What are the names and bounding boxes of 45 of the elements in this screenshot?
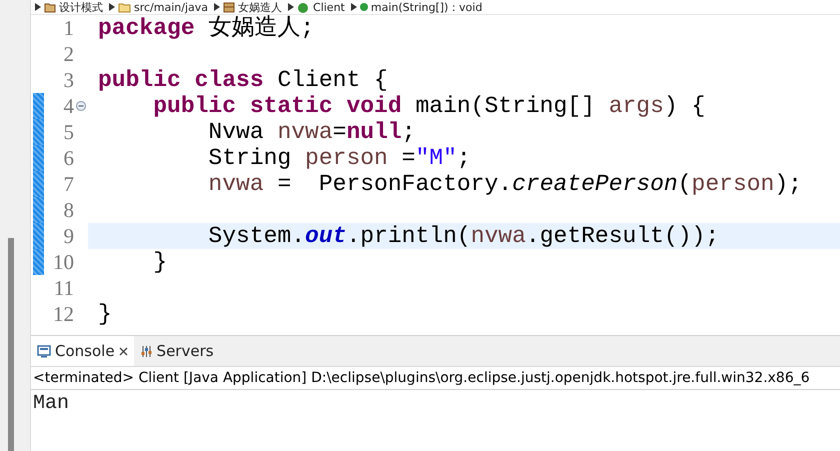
chevron-icon bbox=[350, 3, 357, 11]
line-number: 4 bbox=[62, 93, 74, 119]
breadcrumb-item[interactable]: 设计模式 bbox=[59, 0, 103, 14]
close-icon[interactable] bbox=[118, 346, 128, 356]
code-line: Nvwa nvwa=null; bbox=[207, 119, 416, 145]
chevron-icon bbox=[214, 3, 220, 11]
scrollbar-thumb[interactable] bbox=[8, 238, 14, 451]
code-line: public class Client { bbox=[98, 67, 388, 93]
console-output: Man bbox=[33, 392, 70, 415]
line-number: 7 bbox=[62, 171, 74, 197]
code-line: } bbox=[152, 249, 168, 275]
line-number: 1 bbox=[62, 15, 74, 41]
breadcrumb-item[interactable]: main(String[]) : void bbox=[370, 0, 482, 14]
launch-status: <terminated> Client [Java Application] D:\eclipse\plugins\org.eclipse.justj.openjdk.hotspot.jre.full.win32.x86_6 bbox=[33, 370, 810, 386]
line-number: 9 bbox=[62, 223, 74, 249]
line-number: 11 bbox=[52, 275, 74, 301]
code-line: System.out.println(nvwa.getResult()); bbox=[207, 223, 720, 249]
breadcrumb-item[interactable]: 女娲造人 bbox=[238, 0, 282, 14]
line-number: 12 bbox=[52, 301, 74, 325]
package-icon bbox=[223, 2, 236, 12]
breadcrumb-item[interactable]: src/main/java bbox=[134, 0, 208, 14]
line-number: 10 bbox=[52, 249, 74, 275]
collapse-icon[interactable] bbox=[76, 101, 86, 111]
class-icon bbox=[297, 2, 310, 12]
code-line: nvwa = PersonFactory.createPerson(person); bbox=[207, 171, 802, 197]
chevron-icon bbox=[35, 3, 41, 11]
line-number: 5 bbox=[62, 119, 74, 145]
line-number: 6 bbox=[62, 145, 74, 171]
view-tab[interactable]: Console bbox=[31, 336, 134, 366]
project-icon bbox=[44, 2, 56, 12]
line-number: 8 bbox=[62, 197, 74, 223]
code-line: package 女娲造人; bbox=[98, 15, 314, 41]
sliders-icon bbox=[140, 344, 153, 358]
code-line: } bbox=[98, 301, 112, 325]
folder-icon bbox=[118, 2, 131, 12]
code-line: String person ="M"; bbox=[207, 145, 471, 171]
chevron-icon bbox=[109, 3, 115, 11]
breadcrumb-item[interactable]: Client bbox=[313, 0, 345, 14]
monitor-icon bbox=[37, 344, 51, 358]
line-number: 2 bbox=[62, 41, 74, 67]
chevron-icon bbox=[288, 3, 294, 11]
code-line: public static void main(String[] args) { bbox=[152, 93, 706, 119]
view-tab[interactable]: Servers bbox=[134, 336, 220, 366]
line-number: 3 bbox=[62, 67, 74, 93]
dot-icon bbox=[360, 3, 368, 11]
